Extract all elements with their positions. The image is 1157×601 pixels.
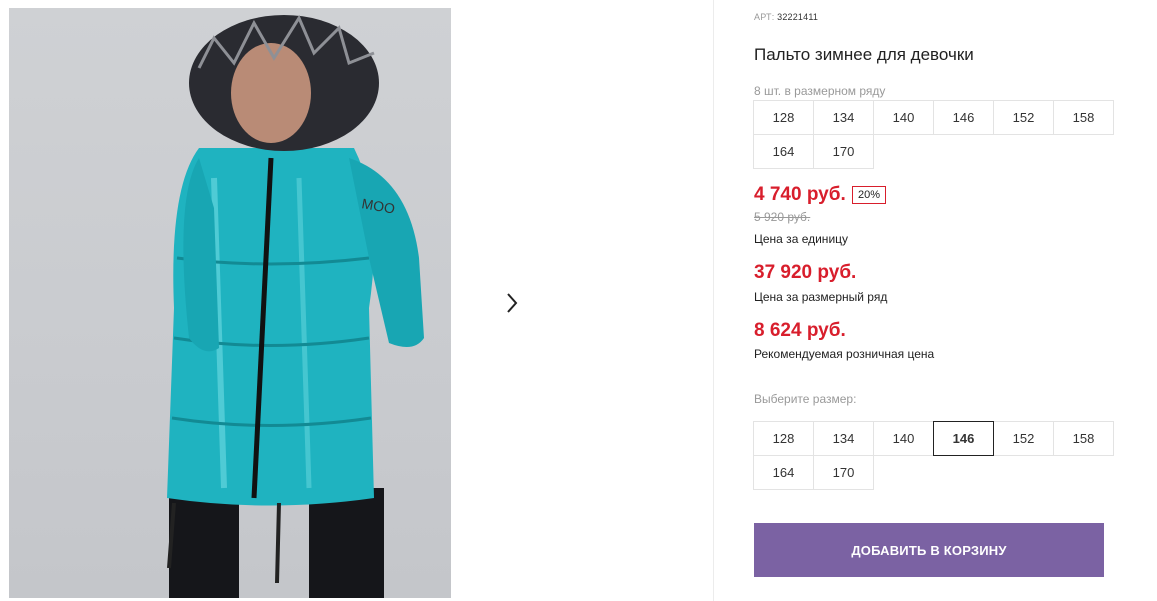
chevron-right-icon: [507, 293, 518, 313]
size-option[interactable]: 158: [1053, 421, 1114, 456]
coat-illustration: MOO: [167, 14, 424, 598]
size-option[interactable]: 140: [873, 421, 934, 456]
pack-size-cell: 146: [933, 100, 994, 135]
pack-size-cell: 170: [813, 134, 874, 169]
pack-size-cell: 152: [993, 100, 1054, 135]
product-gallery: MOO: [0, 0, 714, 601]
product-title: Пальто зимнее для девочки: [754, 45, 974, 64]
size-option[interactable]: 134: [813, 421, 874, 456]
article-value: 32221411: [777, 12, 819, 22]
pack-size-cell: 134: [813, 100, 874, 135]
pack-label: 8 шт. в размерном ряду: [754, 84, 886, 98]
article-label: АРТ:: [754, 12, 775, 22]
unit-price: 4 740 руб.: [754, 184, 846, 205]
choose-size-label: Выберите размер:: [754, 392, 857, 406]
old-price: 5 920 руб.: [754, 210, 811, 224]
discount-badge: 20%: [852, 186, 887, 204]
retail-price: 8 624 руб.: [754, 320, 846, 341]
size-selector: 128 134 140 146 152 158 164 170: [753, 421, 1114, 490]
product-photo: MOO: [9, 8, 451, 598]
size-option[interactable]: 128: [753, 421, 814, 456]
size-option[interactable]: 164: [753, 455, 814, 490]
pack-size-grid: 128 134 140 146 152 158 164 170: [753, 100, 1114, 169]
pack-size-cell: 158: [1053, 100, 1114, 135]
size-option-selected[interactable]: 146: [933, 421, 994, 456]
pack-size-cell: 128: [753, 100, 814, 135]
size-option[interactable]: 152: [993, 421, 1054, 456]
pack-size-cell: 164: [753, 134, 814, 169]
unit-price-caption: Цена за единицу: [754, 232, 849, 246]
pack-price-caption: Цена за размерный ряд: [754, 290, 888, 304]
next-image-button[interactable]: [485, 276, 539, 330]
add-to-cart-button[interactable]: ДОБАВИТЬ В КОРЗИНУ: [754, 523, 1104, 577]
article-number: АРТ: 32221411: [754, 12, 818, 22]
retail-price-caption: Рекомендуемая розничная цена: [754, 347, 935, 361]
pack-size-cell: 140: [873, 100, 934, 135]
pack-price: 37 920 руб.: [754, 262, 857, 283]
size-option[interactable]: 170: [813, 455, 874, 490]
